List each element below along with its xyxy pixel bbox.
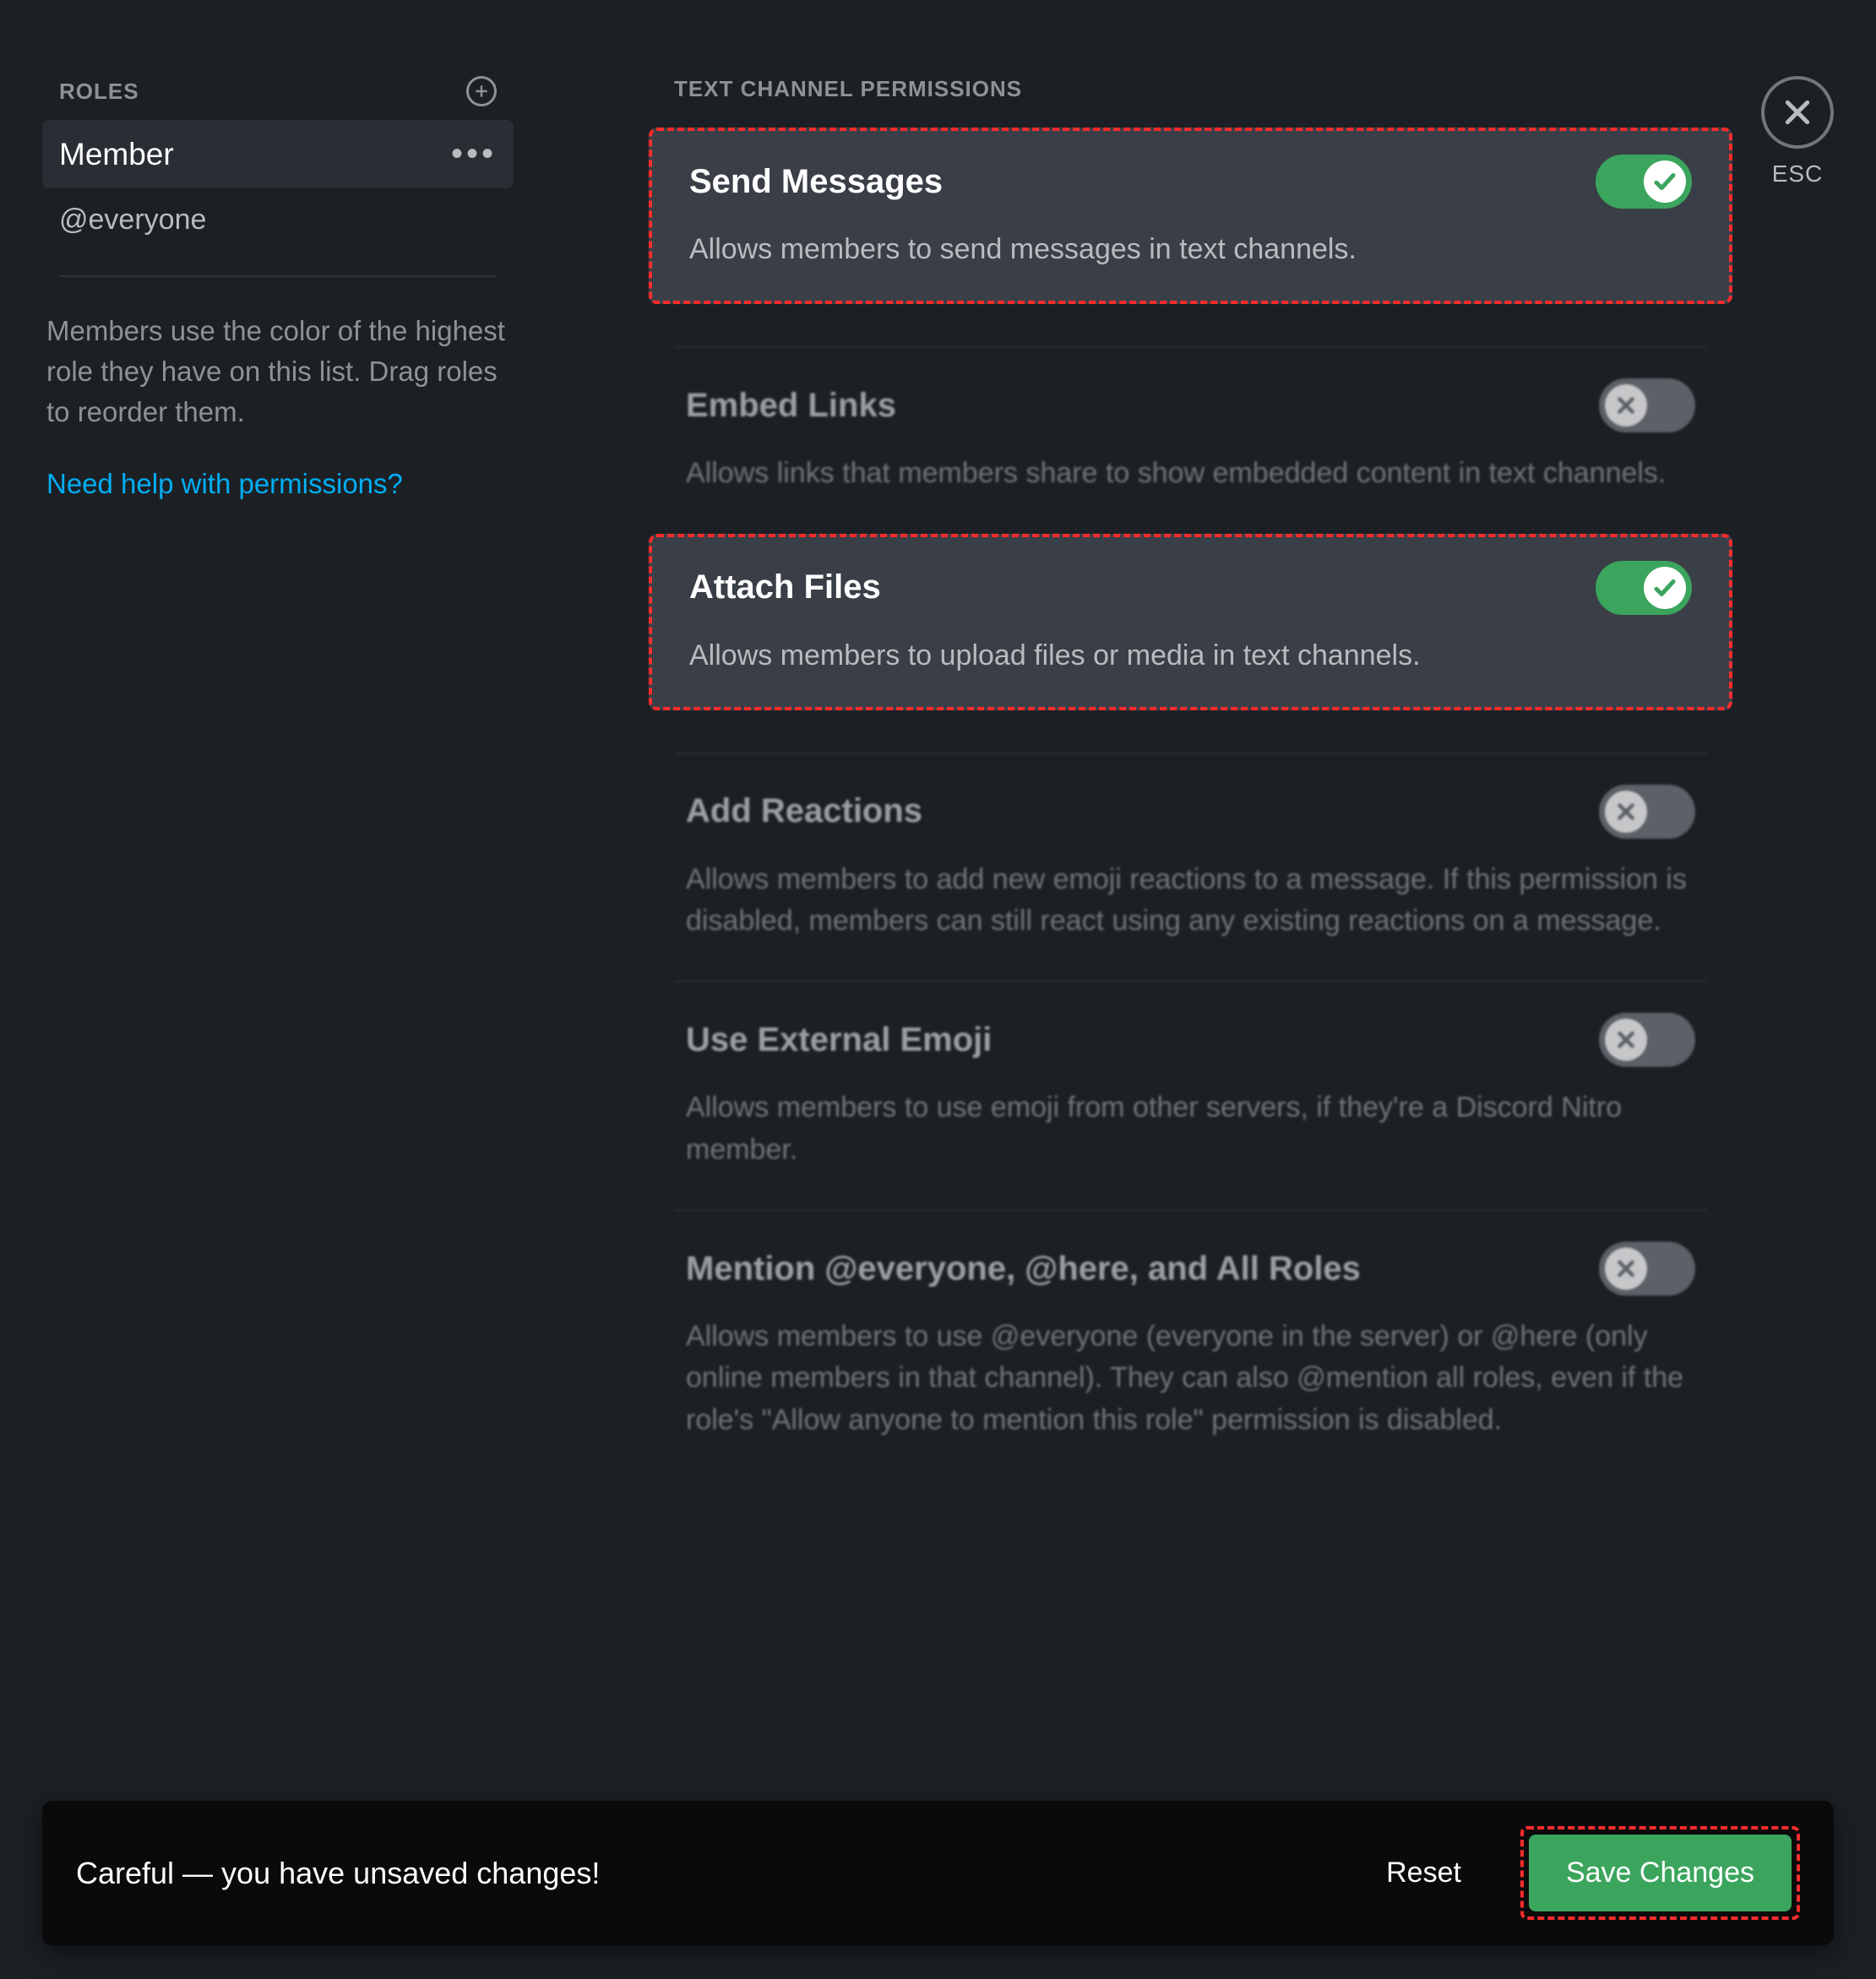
permission-embed-links: Embed Links Allows links that members sha… bbox=[674, 346, 1707, 525]
permission-description: Allows members to send messages in text … bbox=[689, 229, 1692, 270]
permission-title: Add Reactions bbox=[686, 792, 922, 830]
reset-button[interactable]: Reset bbox=[1361, 1835, 1487, 1911]
role-name: Member bbox=[59, 137, 174, 172]
save-changes-button[interactable]: Save Changes bbox=[1529, 1835, 1792, 1911]
permission-description: Allows members to use @everyone (everyon… bbox=[686, 1316, 1695, 1441]
section-header: Text Channel Permissions bbox=[674, 76, 1732, 102]
close-button[interactable] bbox=[1761, 76, 1834, 149]
toggle-add-reactions[interactable] bbox=[1599, 785, 1695, 839]
add-role-icon[interactable] bbox=[466, 76, 497, 106]
permissions-help-link[interactable]: Need help with permissions? bbox=[42, 468, 514, 500]
permission-description: Allows links that members share to show … bbox=[686, 453, 1695, 494]
close-icon bbox=[1781, 95, 1814, 129]
toggle-mention-everyone[interactable] bbox=[1599, 1242, 1695, 1296]
role-more-icon[interactable]: ••• bbox=[451, 135, 497, 173]
permission-title: Use External Emoji bbox=[686, 1021, 992, 1059]
permission-description: Allows members to upload files or media … bbox=[689, 635, 1692, 677]
permissions-panel: Text Channel Permissions Send Messages Al… bbox=[547, 0, 1876, 1979]
x-icon bbox=[1605, 1019, 1647, 1061]
permission-send-messages: Send Messages Allows members to send mess… bbox=[649, 128, 1732, 304]
permission-title: Attach Files bbox=[689, 568, 881, 606]
toggle-use-external-emoji[interactable] bbox=[1599, 1013, 1695, 1067]
roles-header: Roles bbox=[59, 79, 139, 105]
permission-use-external-emoji: Use External Emoji Allows members to use … bbox=[674, 981, 1707, 1201]
x-icon bbox=[1605, 1248, 1647, 1290]
permission-title: Send Messages bbox=[689, 163, 943, 201]
toggle-embed-links[interactable] bbox=[1599, 378, 1695, 432]
toggle-attach-files[interactable] bbox=[1596, 561, 1692, 615]
roles-help-text: Members use the color of the highest rol… bbox=[42, 311, 514, 432]
unsaved-text: Careful — you have unsaved changes! bbox=[76, 1856, 1327, 1891]
permission-title: Embed Links bbox=[686, 387, 896, 425]
permission-title: Mention @everyone, @here, and All Roles bbox=[686, 1250, 1361, 1288]
x-icon bbox=[1605, 791, 1647, 833]
sidebar-divider bbox=[59, 275, 497, 277]
permission-description: Allows members to add new emoji reaction… bbox=[686, 859, 1695, 943]
check-icon bbox=[1644, 567, 1686, 609]
role-name: @everyone bbox=[59, 204, 206, 237]
unsaved-changes-bar: Careful — you have unsaved changes! Rese… bbox=[42, 1801, 1834, 1945]
roles-sidebar: Roles Member ••• @everyone Members use t… bbox=[0, 0, 547, 1979]
check-icon bbox=[1644, 160, 1686, 203]
permission-add-reactions: Add Reactions Allows members to add new e… bbox=[674, 753, 1707, 973]
permission-description: Allows members to use emoji from other s… bbox=[686, 1087, 1695, 1171]
close-label: ESC bbox=[1761, 160, 1834, 188]
x-icon bbox=[1605, 384, 1647, 427]
permission-attach-files: Attach Files Allows members to upload fil… bbox=[649, 534, 1732, 710]
toggle-send-messages[interactable] bbox=[1596, 155, 1692, 209]
role-item-everyone[interactable]: @everyone bbox=[42, 188, 514, 252]
permission-mention-everyone: Mention @everyone, @here, and All Roles A… bbox=[674, 1210, 1707, 1471]
role-item-member[interactable]: Member ••• bbox=[42, 120, 514, 188]
